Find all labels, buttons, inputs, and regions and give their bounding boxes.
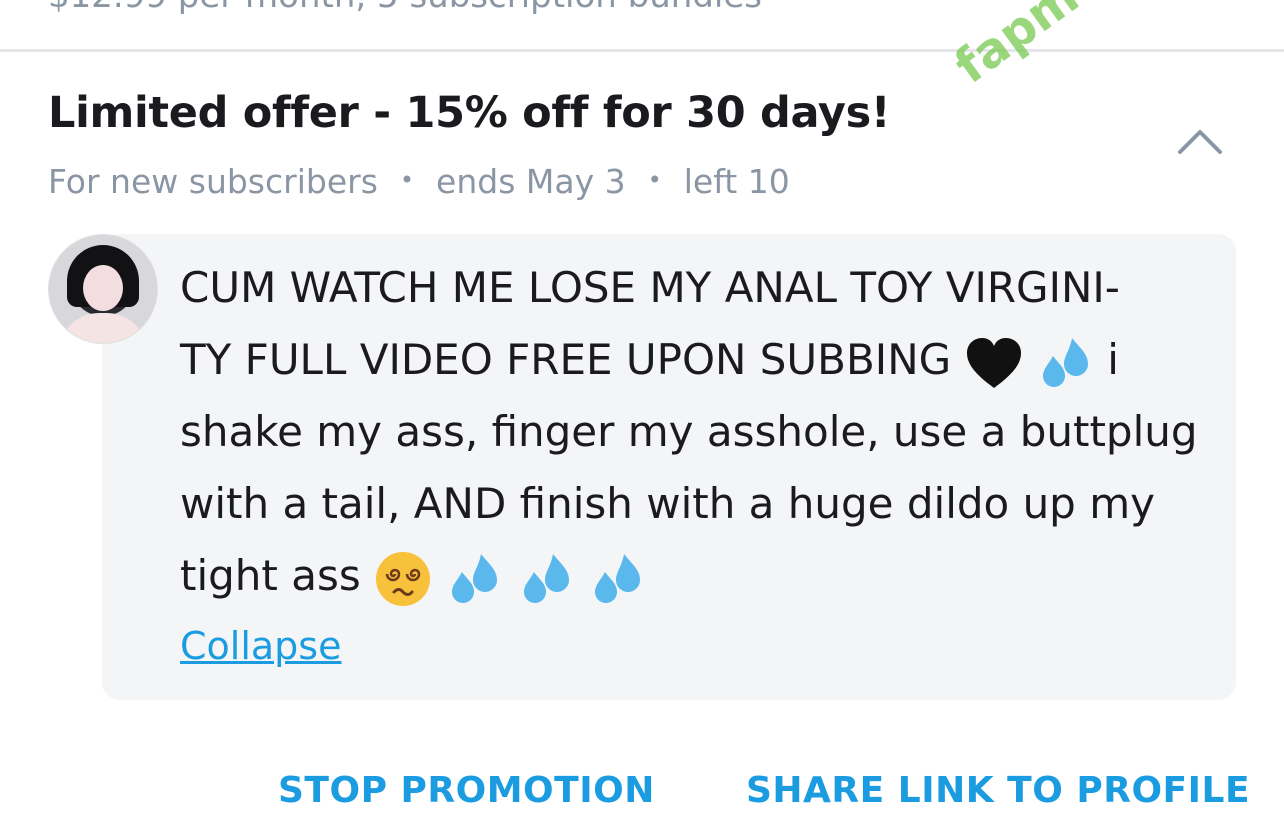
dizzy-face-emoji-icon xyxy=(376,551,431,606)
promotion-meta: For new subscribers • ends May 3 • left … xyxy=(48,162,790,201)
previous-item-price-text: $12.99 per month, 5 subscription bundles xyxy=(48,0,762,16)
promotion-title: Limited offer - 15% off for 30 days! xyxy=(48,88,891,138)
promotion-audience: For new subscribers xyxy=(48,162,378,201)
message-line-1: CUM WATCH ME LOSE MY ANAL TOY VIRGINI- xyxy=(180,263,1120,312)
message-line-2-text: TY FULL VIDEO FREE UPON SUBBING xyxy=(180,335,952,384)
message-line-4: with a tail, AND finish with a huge dild… xyxy=(180,479,1155,528)
promotion-remaining: left 10 xyxy=(683,162,790,201)
meta-separator: • xyxy=(399,165,415,194)
share-link-button[interactable]: SHARE LINK TO PROFILE xyxy=(746,770,1250,811)
promotion-message: CUM WATCH ME LOSE MY ANAL TOY VIRGINI- T… xyxy=(180,252,1200,612)
stop-promotion-button[interactable]: STOP PROMOTION xyxy=(278,770,655,811)
sweat-droplets-emoji-icon xyxy=(1042,337,1088,387)
promotion-actions: STOP PROMOTION SHARE LINK TO PROFILE xyxy=(0,770,1284,830)
sweat-droplets-emoji-icon xyxy=(595,553,641,603)
section-divider xyxy=(0,49,1284,52)
black-heart-emoji-icon xyxy=(966,337,1021,388)
avatar[interactable] xyxy=(48,234,158,344)
sweat-droplets-emoji-icon xyxy=(523,553,569,603)
collapse-link[interactable]: Collapse xyxy=(180,624,341,668)
sweat-droplets-emoji-icon xyxy=(452,553,498,603)
promotion-end-date: ends May 3 xyxy=(436,162,626,201)
message-line-5: tight ass xyxy=(180,540,1200,612)
message-line-5-text: tight ass xyxy=(180,551,361,600)
meta-separator: • xyxy=(647,165,662,194)
message-line-2: TY FULL VIDEO FREE UPON SUBBING i xyxy=(180,324,1200,396)
message-line-3: shake my ass, finger my asshole, use a b… xyxy=(180,407,1198,456)
message-line-2-tail: i xyxy=(1107,335,1119,384)
chevron-up-icon[interactable] xyxy=(1176,124,1224,156)
